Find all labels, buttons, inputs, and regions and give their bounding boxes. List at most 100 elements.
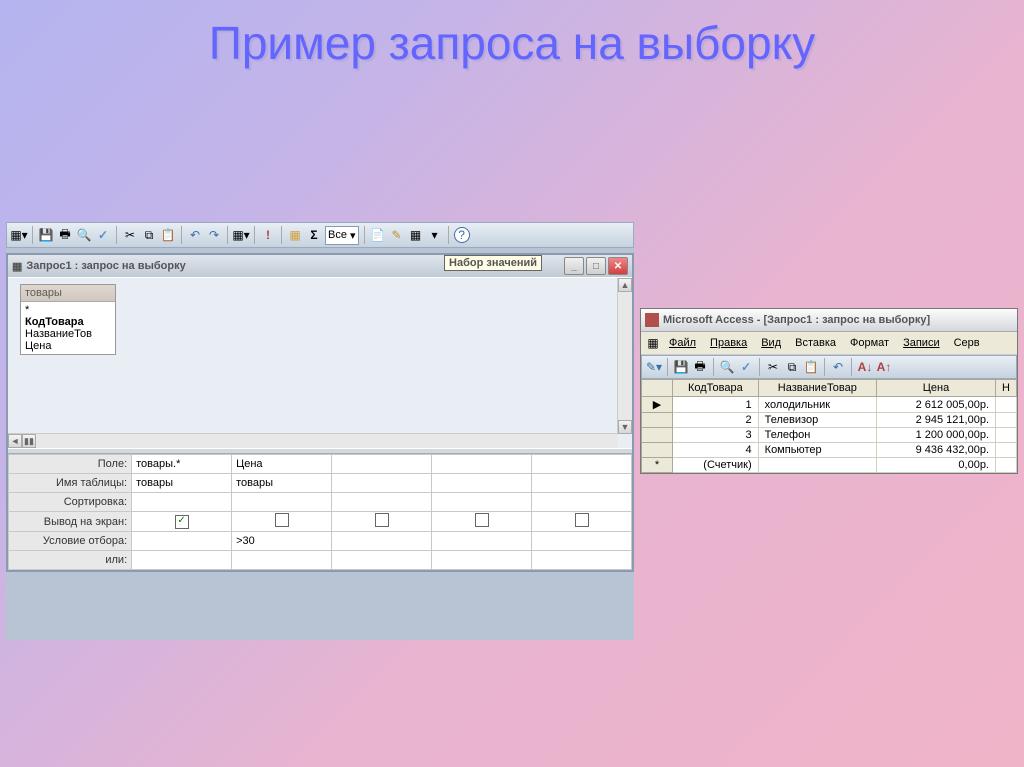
- row-selector[interactable]: [642, 428, 673, 443]
- show-checkbox[interactable]: [575, 513, 589, 527]
- sort-desc-icon[interactable]: A↑: [876, 359, 892, 375]
- vertical-scrollbar[interactable]: ▲ ▼: [617, 278, 632, 434]
- grid-cell[interactable]: [432, 455, 532, 474]
- run-icon[interactable]: !: [260, 227, 276, 243]
- menu-edit[interactable]: Правка: [704, 335, 753, 351]
- grid-cell[interactable]: [432, 474, 532, 493]
- grid-cell[interactable]: [332, 551, 432, 570]
- result-table[interactable]: КодТовара НазваниеТовар Цена Н ▶ 1 холод…: [641, 379, 1017, 473]
- spelling-icon[interactable]: ✓: [738, 359, 754, 375]
- show-checkbox[interactable]: [475, 513, 489, 527]
- show-table-icon[interactable]: ▦: [287, 227, 303, 243]
- redo-icon[interactable]: ↷: [206, 227, 222, 243]
- grid-cell[interactable]: [332, 493, 432, 512]
- table-diagram-pane[interactable]: товары * КодТовара НазваниеТов Цена ▲ ▼ …: [8, 277, 632, 448]
- show-checkbox[interactable]: ✓: [175, 515, 189, 529]
- grid-cell[interactable]: [532, 551, 632, 570]
- menu-service[interactable]: Серв: [948, 335, 986, 351]
- col-header[interactable]: Н: [996, 380, 1017, 397]
- grid-cell[interactable]: [332, 474, 432, 493]
- grid-cell[interactable]: [532, 512, 632, 532]
- show-checkbox[interactable]: [375, 513, 389, 527]
- show-checkbox[interactable]: [275, 513, 289, 527]
- sort-asc-icon[interactable]: A↓: [857, 359, 873, 375]
- properties-icon[interactable]: 📄: [370, 227, 386, 243]
- grid-cell[interactable]: [132, 493, 232, 512]
- paste-icon[interactable]: 📋: [160, 227, 176, 243]
- table-row[interactable]: 4 Компьютер 9 436 432,00р.: [642, 443, 1017, 458]
- grid-cell[interactable]: [532, 455, 632, 474]
- grid-cell[interactable]: товары: [132, 474, 232, 493]
- row-selector[interactable]: [642, 413, 673, 428]
- horizontal-scrollbar[interactable]: ◄ ▮▮: [8, 433, 618, 448]
- print-preview-icon[interactable]: 🔍: [76, 227, 92, 243]
- grid-cell[interactable]: [532, 532, 632, 551]
- grid-cell[interactable]: [432, 532, 532, 551]
- grid-cell[interactable]: ✓: [132, 512, 232, 532]
- copy-icon[interactable]: ⧉: [141, 227, 157, 243]
- table-row[interactable]: 2 Телевизор 2 945 121,00р.: [642, 413, 1017, 428]
- grid-cell[interactable]: товары: [232, 474, 332, 493]
- undo-icon[interactable]: ↶: [830, 359, 846, 375]
- grid-cell[interactable]: [332, 512, 432, 532]
- grid-cell[interactable]: [432, 551, 532, 570]
- grid-cell[interactable]: [332, 455, 432, 474]
- grid-cell[interactable]: [232, 512, 332, 532]
- view-dropdown-icon[interactable]: ▦▾: [11, 227, 27, 243]
- scroll-left-icon[interactable]: ◄: [8, 434, 22, 448]
- row-selector[interactable]: [642, 443, 673, 458]
- save-icon[interactable]: 💾: [38, 227, 54, 243]
- table-row[interactable]: 3 Телефон 1 200 000,00р.: [642, 428, 1017, 443]
- scroll-down-icon[interactable]: ▼: [618, 420, 632, 434]
- row-selector-new[interactable]: *: [642, 458, 673, 473]
- menu-format[interactable]: Формат: [844, 335, 895, 351]
- grid-cell[interactable]: [332, 532, 432, 551]
- menu-records[interactable]: Записи: [897, 335, 946, 351]
- menu-file[interactable]: Файл: [663, 335, 702, 351]
- grid-cell[interactable]: [532, 474, 632, 493]
- window-menu-icon[interactable]: ▦: [645, 335, 661, 351]
- top-values-dropdown[interactable]: Все ▾: [325, 226, 359, 245]
- grid-cell[interactable]: [132, 532, 232, 551]
- grid-cell[interactable]: [132, 551, 232, 570]
- help-icon[interactable]: ?: [454, 227, 470, 243]
- grid-cell[interactable]: Цена: [232, 455, 332, 474]
- totals-icon[interactable]: Σ: [306, 227, 322, 243]
- menu-insert[interactable]: Вставка: [789, 335, 842, 351]
- scroll-up-icon[interactable]: ▲: [618, 278, 632, 292]
- col-header[interactable]: КодТовара: [673, 380, 759, 397]
- paste-icon[interactable]: 📋: [803, 359, 819, 375]
- grid-cell[interactable]: >30: [232, 532, 332, 551]
- grid-cell[interactable]: [432, 512, 532, 532]
- copy-icon[interactable]: ⧉: [784, 359, 800, 375]
- print-icon[interactable]: 🖶: [57, 227, 73, 243]
- menu-view[interactable]: Вид: [755, 335, 787, 351]
- grid-cell[interactable]: [232, 493, 332, 512]
- row-selector[interactable]: ▶: [642, 397, 673, 413]
- col-header[interactable]: Цена: [877, 380, 996, 397]
- cut-icon[interactable]: ✂: [122, 227, 138, 243]
- view-icon[interactable]: ✎▾: [646, 359, 662, 375]
- table-row[interactable]: ▶ 1 холодильник 2 612 005,00р.: [642, 397, 1017, 413]
- undo-icon[interactable]: ↶: [187, 227, 203, 243]
- cut-icon[interactable]: ✂: [765, 359, 781, 375]
- close-button[interactable]: ✕: [608, 257, 628, 275]
- field-item[interactable]: Цена: [25, 340, 111, 352]
- print-preview-icon[interactable]: 🔍: [719, 359, 735, 375]
- print-icon[interactable]: 🖶: [692, 359, 708, 375]
- minimize-button[interactable]: _: [564, 257, 584, 275]
- scroll-nav-icon[interactable]: ▮▮: [22, 434, 36, 448]
- field-item[interactable]: КодТовара: [25, 316, 111, 328]
- grid-cell[interactable]: [232, 551, 332, 570]
- query-type-icon[interactable]: ▦▾: [233, 227, 249, 243]
- query-design-grid[interactable]: Поле: товары.* Цена Имя таблицы: товары …: [8, 454, 632, 570]
- save-icon[interactable]: 💾: [673, 359, 689, 375]
- spelling-icon[interactable]: ✓: [95, 227, 111, 243]
- col-header[interactable]: НазваниеТовар: [758, 380, 876, 397]
- grid-cell[interactable]: [532, 493, 632, 512]
- grid-cell[interactable]: [432, 493, 532, 512]
- build-icon[interactable]: ✎: [389, 227, 405, 243]
- source-table-box[interactable]: товары * КодТовара НазваниеТов Цена: [20, 284, 116, 355]
- maximize-button[interactable]: □: [586, 257, 606, 275]
- field-item[interactable]: НазваниеТов: [25, 328, 111, 340]
